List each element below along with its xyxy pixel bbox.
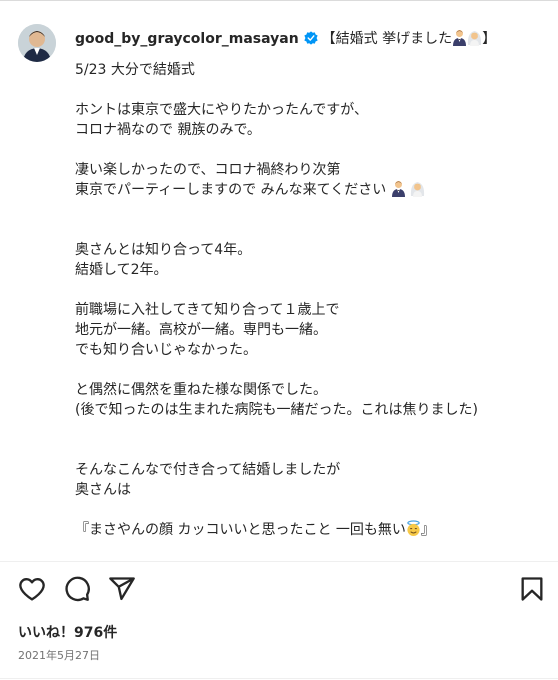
man-in-tuxedo-emoji xyxy=(453,30,467,46)
caption-line: 奥さんは xyxy=(75,482,131,498)
bride-with-veil-emoji xyxy=(468,31,482,46)
caption-headline: 【結婚式 挙げました xyxy=(321,31,453,47)
caption-line: 前職場に入社してきて知り合って１歳上で xyxy=(75,302,340,318)
caption-line: 東京でパーティーしますので みんな来てください xyxy=(75,180,545,200)
top-border xyxy=(0,0,558,1)
verified-badge-icon xyxy=(304,31,318,45)
actions-divider xyxy=(0,561,558,562)
caption-line-text: 『まさやんの顔 カッコいいと思ったこと 一回も無い xyxy=(75,522,406,538)
caption-line xyxy=(75,140,545,160)
avatar[interactable] xyxy=(18,24,56,62)
caption-line xyxy=(75,500,545,520)
caption-line-text: 』 xyxy=(420,522,435,538)
like-count[interactable]: いいね！976件 xyxy=(18,622,117,642)
caption-line: 結婚して2年。 xyxy=(75,262,168,278)
post-date[interactable]: 2021年5月27日 xyxy=(18,647,100,663)
username-link[interactable]: good_by_graycolor_masayan xyxy=(75,31,299,47)
caption-line xyxy=(75,220,545,240)
comment-bubble-icon[interactable] xyxy=(63,575,91,603)
caption-header: good_by_graycolor_masayan 【結婚式 挙げました 】 xyxy=(75,28,496,50)
caption-line: コロナ禍なので 親族のみで。 xyxy=(75,122,261,138)
caption-line: 5/23 大分で結婚式 xyxy=(75,62,195,78)
bookmark-icon[interactable] xyxy=(518,575,546,603)
bottom-border xyxy=(0,678,558,679)
caption-line xyxy=(75,200,545,220)
caption-line: でも知り合いじゃなかった。 xyxy=(75,342,257,358)
caption-line: ホントは東京で盛大にやりたかったんですが、 xyxy=(75,102,369,118)
caption-line xyxy=(75,80,545,100)
caption-line xyxy=(75,420,545,440)
caption-headline-close: 】 xyxy=(482,31,497,47)
caption-line xyxy=(75,440,545,460)
caption-line: 『まさやんの顔 カッコいいと思ったこと 一回も無い』 xyxy=(75,520,545,540)
action-bar xyxy=(0,570,558,610)
caption-line: 凄い楽しかったので、コロナ禍終わり次第 xyxy=(75,162,341,178)
caption-line xyxy=(75,280,545,300)
caption-text: 5/23 大分で結婚式 ホントは東京で盛大にやりたかったんですが、 コロナ禍なの… xyxy=(75,60,545,540)
smiling-face-with-halo-emoji xyxy=(407,520,420,536)
caption-line: と偶然に偶然を重ねた様な関係でした。 xyxy=(75,382,327,398)
caption-line: (後で知ったのは生まれた病院も一緒だった。これは焦りました) xyxy=(75,402,478,418)
bride-with-veil-emoji xyxy=(410,182,425,197)
avatar-photo xyxy=(18,24,56,62)
caption-line: 地元が一緒。高校が一緒。専門も一緒。 xyxy=(75,322,327,338)
heart-icon[interactable] xyxy=(18,575,46,603)
caption-line: そんなこんなで付き合って結婚しましたが xyxy=(75,462,341,478)
caption-line-text: 東京でパーティーしますので みんな来てください xyxy=(75,182,387,198)
paper-plane-icon[interactable] xyxy=(108,575,136,603)
caption-line xyxy=(75,360,545,380)
man-in-tuxedo-emoji xyxy=(391,181,405,197)
caption-line: 奥さんとは知り合って4年。 xyxy=(75,242,252,258)
